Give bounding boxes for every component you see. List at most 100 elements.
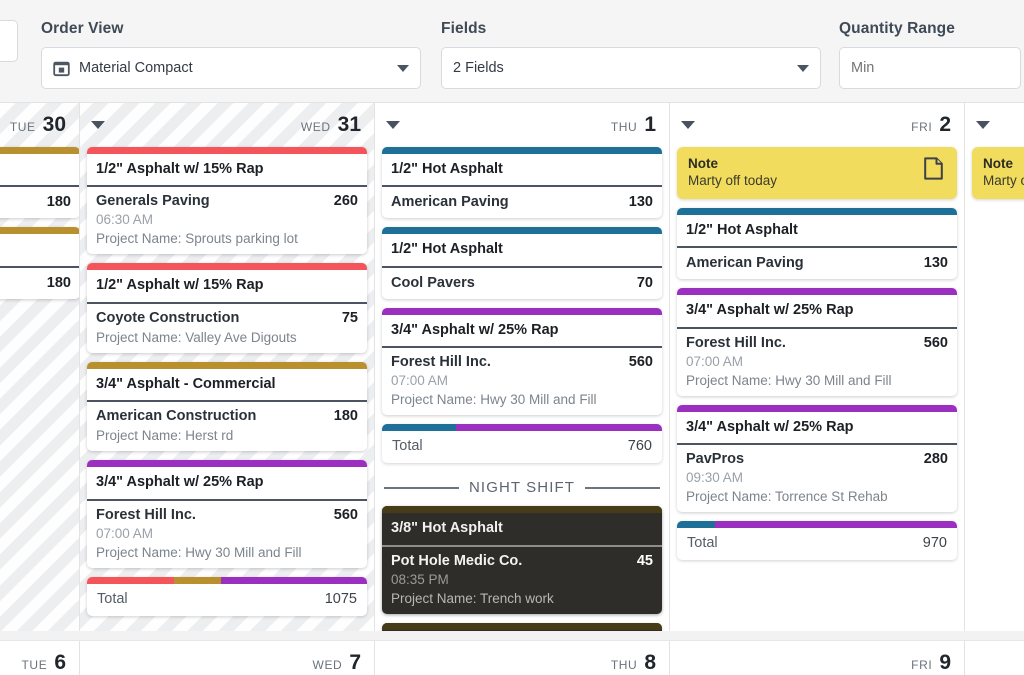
day-column-next-wed[interactable]: WED 7 (80, 641, 375, 675)
total-row: Total 970 (677, 528, 957, 560)
order-card[interactable]: 1/2" Asphalt w/ 15% Rap Generals Paving 26… (87, 147, 367, 255)
order-customer-name: Coyote Construction (96, 309, 240, 326)
order-view-label: Order View (41, 20, 124, 37)
order-quantity: 130 (923, 255, 948, 272)
order-material-name: 3/8" Hot Asphalt (382, 513, 662, 547)
day-date[interactable]: THU 8 (611, 651, 656, 675)
order-accent-bar (677, 288, 957, 296)
order-card[interactable]: 3/4" Asphalt w/ 25% Rap Forest Hill Inc. 5… (87, 460, 367, 568)
day-of-week-label: THU (610, 120, 638, 134)
order-customer-row: American Construction 180 (96, 408, 358, 424)
total-color-stack (677, 521, 957, 529)
order-accent-bar (382, 227, 662, 235)
order-card-body: American Paving 130 (677, 248, 957, 279)
order-view-select[interactable]: Material Compact (41, 47, 421, 89)
order-card[interactable]: 1/2" Hot Asphalt Cool Pavers 70 (382, 227, 662, 299)
day-menu-caret-icon[interactable] (681, 121, 695, 129)
order-card[interactable]: 1/2" Hot Asphalt American Paving 130 (677, 208, 957, 280)
day-column-next-thu[interactable]: THU 8 (375, 641, 670, 675)
order-accent-bar (677, 404, 957, 412)
day-date[interactable]: FRI 9 (911, 651, 951, 675)
order-card-body: PavPros 280 09:30 AM Project Name: Torrence… (677, 445, 957, 512)
note-page-icon (921, 156, 946, 186)
order-card[interactable]: 3/4" Asphalt w/ 25% Rap Forest Hill Inc. 5… (382, 307, 662, 416)
total-segment (174, 576, 222, 584)
order-accent-bar (382, 307, 662, 315)
total-label: Total (687, 535, 718, 552)
order-material-name (0, 234, 79, 268)
total-color-stack (382, 424, 662, 432)
order-card[interactable]: 1/2" Asphalt w/ 15% Rap Coyote Constructi… (87, 263, 367, 353)
divider-line-left (384, 486, 459, 489)
day-column-prev-tue[interactable]: TUE 30 180 180 (0, 103, 80, 631)
day-date[interactable]: THU 1 (611, 113, 656, 137)
total-value: 1075 (324, 590, 357, 607)
note-text-block: Note Marty off today (983, 156, 1024, 188)
order-customer-row: Coyote Construction 75 (96, 310, 358, 326)
order-quantity: 70 (636, 274, 653, 291)
day-of-week-label: TUE (9, 120, 36, 134)
day-total: Total 970 (677, 521, 957, 561)
order-project-name: Project Name: Hwy 30 Mill and Fill (391, 392, 597, 408)
order-customer-name: Pot Hole Medic Co. (391, 552, 523, 569)
order-customer-row: Forest Hill Inc. 560 (686, 335, 948, 351)
total-segment (221, 576, 367, 584)
clipped-filter-group (0, 20, 18, 62)
day-of-week-label: TUE (21, 658, 48, 672)
order-card[interactable]: 1/2" Hot Asphalt American Paving 130 (382, 147, 662, 219)
day-column-next-fri[interactable]: FRI 9 (670, 641, 965, 675)
day-date[interactable]: TUE 6 (22, 651, 67, 675)
order-material-name: 3/4" Asphalt w/ 25% Rap (677, 295, 957, 329)
day-note-card[interactable]: Note Marty off today (677, 147, 957, 199)
day-column-wed-31[interactable]: WED 31 1/2" Asphalt w/ 15% Rap Generals Pav… (80, 103, 375, 631)
day-date[interactable]: WED 7 (313, 651, 361, 675)
order-accent-bar (382, 506, 662, 514)
day-header: WED 31 (87, 103, 367, 147)
quantity-min-field[interactable] (839, 47, 1024, 89)
day-date[interactable]: TUE 30 (10, 113, 66, 137)
order-card[interactable]: 180 (0, 227, 79, 299)
day-menu-caret-icon[interactable] (91, 121, 105, 129)
total-value: 760 (627, 438, 652, 455)
order-customer-row: American Paving 130 (391, 194, 653, 210)
order-material-name: 3/4" Asphalt w/ 25% Rap (87, 467, 367, 501)
quantity-min-input[interactable] (851, 60, 1024, 76)
total-value: 970 (922, 535, 947, 552)
order-card[interactable]: 3/4" Asphalt - Commercial American Constr… (87, 361, 367, 452)
order-quantity: 45 (636, 552, 653, 569)
order-card[interactable]: 3/4" Asphalt w/ 25% Rap PavPros 280 09:30 A… (677, 404, 957, 513)
day-note-card[interactable]: Note Marty off today (972, 147, 1024, 199)
day-date[interactable]: WED 31 (301, 113, 361, 137)
day-header: FRI 9 (677, 641, 957, 675)
day-column-next-tue[interactable]: TUE 6 (0, 641, 80, 675)
day-menu-caret-icon[interactable] (976, 121, 990, 129)
total-row: Total45 (382, 630, 662, 631)
day-total: Total 1075 (87, 576, 367, 616)
total-row: Total 760 (382, 431, 662, 463)
order-card[interactable]: 3/8" Hot Asphalt Pot Hole Medic Co. 45 08:3… (382, 506, 662, 614)
day-column-thu-1[interactable]: THU 1 1/2" Hot Asphalt American Paving 130 1/… (375, 103, 670, 631)
calendar-week-row-next: TUE 6 WED 7 THU 8 FRI 9 (0, 640, 1024, 675)
order-accent-bar (87, 361, 367, 369)
order-card-body: American Paving 130 (382, 187, 662, 218)
order-card[interactable]: 180 (0, 147, 79, 219)
order-customer-name: American Paving (686, 255, 804, 272)
fields-group: Fields 2 Fields (441, 20, 821, 89)
day-column-next-sat[interactable]: Note Marty off today (965, 103, 1024, 631)
day-column-fri-2[interactable]: FRI 2 Note Marty off today 1/2" Hot Asphalt A… (670, 103, 965, 631)
day-date[interactable]: FRI 2 (911, 113, 951, 137)
day-of-week-label: THU (610, 658, 638, 672)
day-column-next-overflow[interactable] (965, 641, 1024, 675)
order-quantity: 180 (333, 408, 358, 425)
order-accent-bar (87, 460, 367, 468)
total-segment (382, 622, 662, 630)
order-card-body: Generals Paving 260 06:30 AM Project Name: … (87, 187, 367, 254)
fields-select[interactable]: 2 Fields (441, 47, 821, 89)
day-of-week-label: FRI (911, 120, 933, 134)
day-menu-caret-icon[interactable] (386, 121, 400, 129)
order-card[interactable]: 3/4" Asphalt w/ 25% Rap Forest Hill Inc. 5… (677, 288, 957, 396)
clipped-filter-input[interactable] (0, 20, 18, 62)
order-material-name (0, 154, 79, 188)
total-segment (382, 424, 456, 432)
order-customer-row: American Paving 130 (686, 255, 948, 271)
